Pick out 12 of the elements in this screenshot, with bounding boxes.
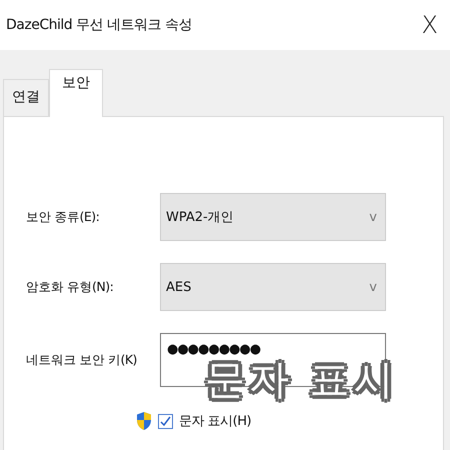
field-label: 보안 종류(E): [26, 208, 100, 226]
tab[interactable]: 연결 [3, 79, 49, 116]
dropdown[interactable]: WPA2-개인 v [160, 193, 386, 241]
tab[interactable]: 보안 [49, 69, 103, 117]
window-title: DazeChild 무선 네트워크 속성 [6, 16, 192, 34]
shield-icon [136, 411, 152, 431]
field-label: 네트워크 보안 키(K) [26, 352, 138, 368]
field-label: 암호화 유형(N): [26, 278, 114, 296]
checkbox-label: 문자 표시(H) [179, 413, 252, 430]
close-button[interactable]: X [418, 11, 442, 39]
dropdown[interactable]: AES v [160, 263, 386, 311]
checkbox[interactable] [158, 414, 173, 428]
